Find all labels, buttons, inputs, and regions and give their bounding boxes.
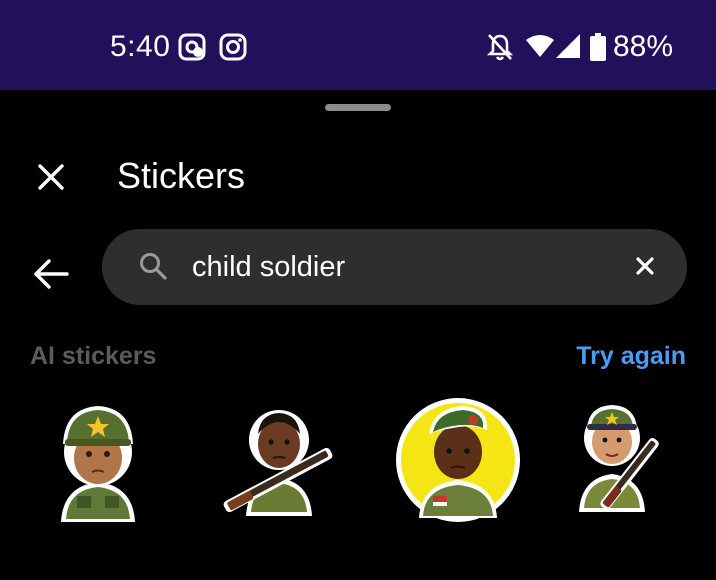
clear-icon [635, 256, 655, 281]
signal-icon [556, 34, 580, 63]
sticker-item[interactable] [33, 394, 163, 524]
sticker-item[interactable] [214, 394, 344, 524]
search-icon [138, 251, 168, 286]
battery-icon [590, 33, 606, 66]
bell-off-icon [486, 32, 514, 67]
close-button[interactable] [30, 158, 72, 200]
close-icon [36, 162, 66, 197]
instagram-icon [219, 33, 247, 66]
sticker-image [579, 405, 659, 512]
try-again-link[interactable]: Try again [576, 342, 686, 371]
battery-percentage: 88% [613, 30, 674, 63]
clear-search-button[interactable] [630, 253, 660, 283]
status-bar: 5:40 88% [0, 0, 716, 90]
sticker-image [61, 406, 135, 522]
sticker-item[interactable] [557, 394, 687, 524]
drag-handle[interactable] [325, 104, 391, 111]
status-time: 5:40 [110, 30, 171, 63]
search-bar[interactable] [102, 229, 687, 305]
search-input[interactable] [192, 247, 612, 287]
section-label: AI stickers [30, 342, 157, 370]
wifi-icon [526, 34, 554, 63]
sticker-image [223, 410, 333, 516]
arrow-left-icon [33, 258, 69, 294]
sticker-item[interactable] [393, 394, 523, 524]
messenger-icon [178, 33, 206, 66]
sticker-image [396, 398, 520, 522]
page-title: Stickers [117, 155, 246, 196]
back-button[interactable] [28, 253, 74, 299]
